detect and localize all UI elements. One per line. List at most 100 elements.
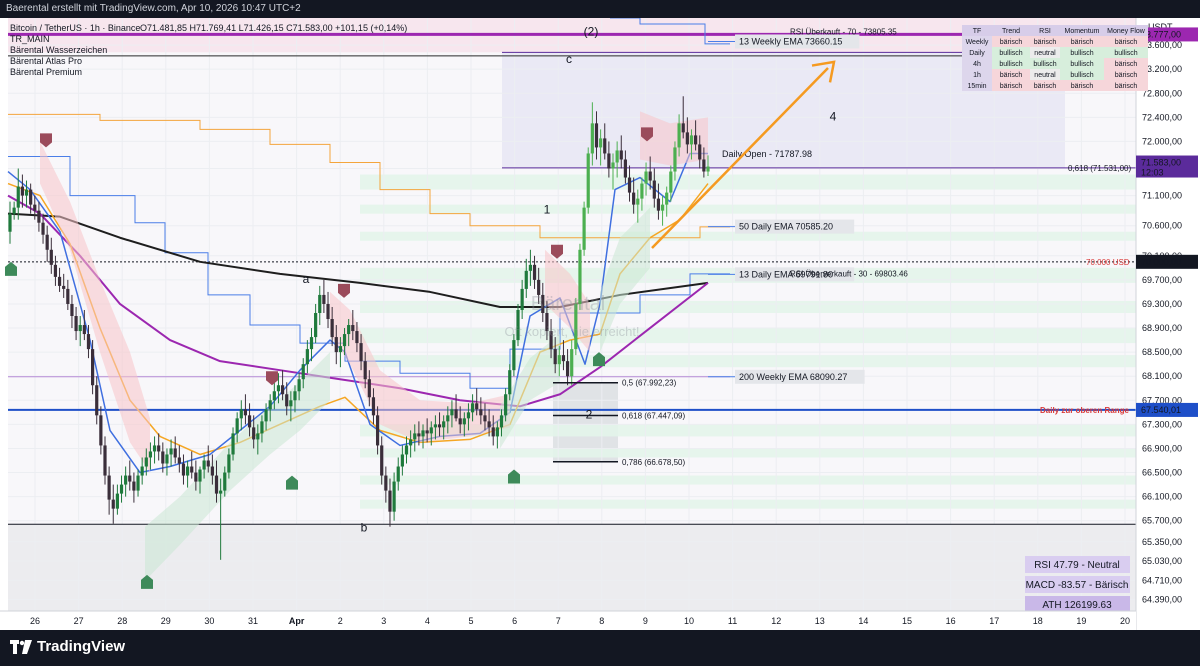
legend-indicator[interactable]: Bärental Wasserzeichen [10,45,107,55]
candle-body [16,186,20,208]
table-cell-text: bärisch [1000,72,1023,79]
candle-body [677,123,681,148]
candle-body [388,490,392,512]
candle-body [24,189,29,196]
candle-body [136,475,140,491]
watermark-tagline: Oft kopiert, nie erreicht! [504,324,639,339]
wave-label: 4 [830,109,837,123]
watermark-brand: Bärental [531,293,606,315]
candle-body [603,138,607,154]
time-axis-tick: 2 [338,616,343,626]
table-cell-text: 1h [973,72,981,79]
candle-body [330,319,334,338]
candle-body [607,153,611,169]
price-chart[interactable]: 0,5 (67.992,23) 0,618 (67.447,09) 0,786 (6… [0,18,1200,630]
candle-body [466,412,471,419]
time-axis-tick: 14 [858,616,868,626]
candle-body [29,189,33,205]
time-axis-tick: 20 [1120,616,1130,626]
candle-body [367,379,371,398]
time-axis-tick: 26 [30,616,40,626]
price-axis-tick: 73.200,00 [1142,64,1182,74]
price-axis-tick: 72.000,00 [1142,136,1182,146]
candle-body [297,379,301,392]
candle-body [660,204,665,211]
candle-body [437,424,442,428]
candle-body [355,331,359,344]
time-axis-tick: 29 [161,616,171,626]
candle-body [314,312,318,338]
candle-body [582,207,586,250]
table-cell-text: bärisch [1000,39,1023,46]
legend-indicator[interactable]: Bärental Premium [10,67,82,77]
table-cell-text: bärisch [1115,72,1138,79]
candle-body [37,210,41,223]
candle-body [264,409,268,422]
candle-body [648,171,652,181]
candle-body [243,409,248,416]
time-axis-tick: 6 [512,616,517,626]
candle-body [20,186,24,196]
info-box-text: RSI 47.79 - Neutral [1034,560,1120,571]
candle-body [185,466,190,476]
candle-body [363,361,367,380]
candle-body [280,385,285,395]
candle-body [669,171,673,193]
candle-body [586,153,590,208]
candle-body [632,192,636,205]
price-axis-tick: 66.100,00 [1142,492,1182,502]
liquidity-zone [360,174,1136,190]
candle-body [570,349,574,377]
candle-body [644,171,648,184]
candle-body [590,123,594,154]
candle-body [561,355,566,362]
table-cell-text: bullisch [1114,50,1137,57]
liquidity-zone [360,475,1136,485]
candle-body [57,276,62,286]
candle-body [8,213,12,232]
candle-body [74,316,78,332]
candle-body [194,472,198,482]
candle-body [173,448,177,458]
candle-body [681,123,685,133]
table-cell-text: bärisch [1115,83,1138,90]
candle-body [487,421,491,428]
candle-body [706,166,710,172]
candle-body [268,400,272,410]
candle-body [78,325,82,332]
candle-body [293,391,297,401]
countdown-text: 12:03 [1141,168,1164,178]
candle-body [442,421,446,428]
time-axis-tick: 12 [771,616,781,626]
legend-indicator[interactable]: TR_MAIN [10,34,50,44]
price-axis-tick: 68.500,00 [1142,347,1182,357]
time-axis-tick: 3 [381,616,386,626]
time-axis-tick: 18 [1033,616,1043,626]
liquidity-zone [360,328,1136,344]
table-cell-text: 15min [967,83,986,90]
time-axis-tick: 7 [556,616,561,626]
candle-body [458,418,462,425]
candle-body [404,445,409,455]
header-band: Baerental erstellt mit TradingView.com, … [0,0,1200,18]
candle-body [309,337,314,350]
candle-body [99,415,103,446]
candle-body [45,234,49,250]
price-axis-tick: 72.400,00 [1142,112,1182,122]
table-cell-text: bullisch [999,50,1022,57]
table-cell-text: neutral [1034,72,1056,79]
candle-body [165,454,169,464]
candle-body [491,427,495,437]
table-header-text: Momentum [1064,28,1099,35]
candle-body [148,451,153,458]
candle-body [338,346,343,353]
tradingview-logo[interactable]: TradingView [10,638,125,655]
legend-symbol: Bitcoin / TetherUS · 1h · Binance [10,23,140,33]
candle-body [157,445,161,452]
candle-body [673,147,677,172]
candle-body [111,499,115,509]
price-axis-tick: 69.700,00 [1142,275,1182,285]
legend-indicator[interactable]: Bärental Atlas Pro [10,56,82,66]
table-cell-text: bärisch [1071,83,1094,90]
table-cell-text: bullisch [1070,61,1093,68]
